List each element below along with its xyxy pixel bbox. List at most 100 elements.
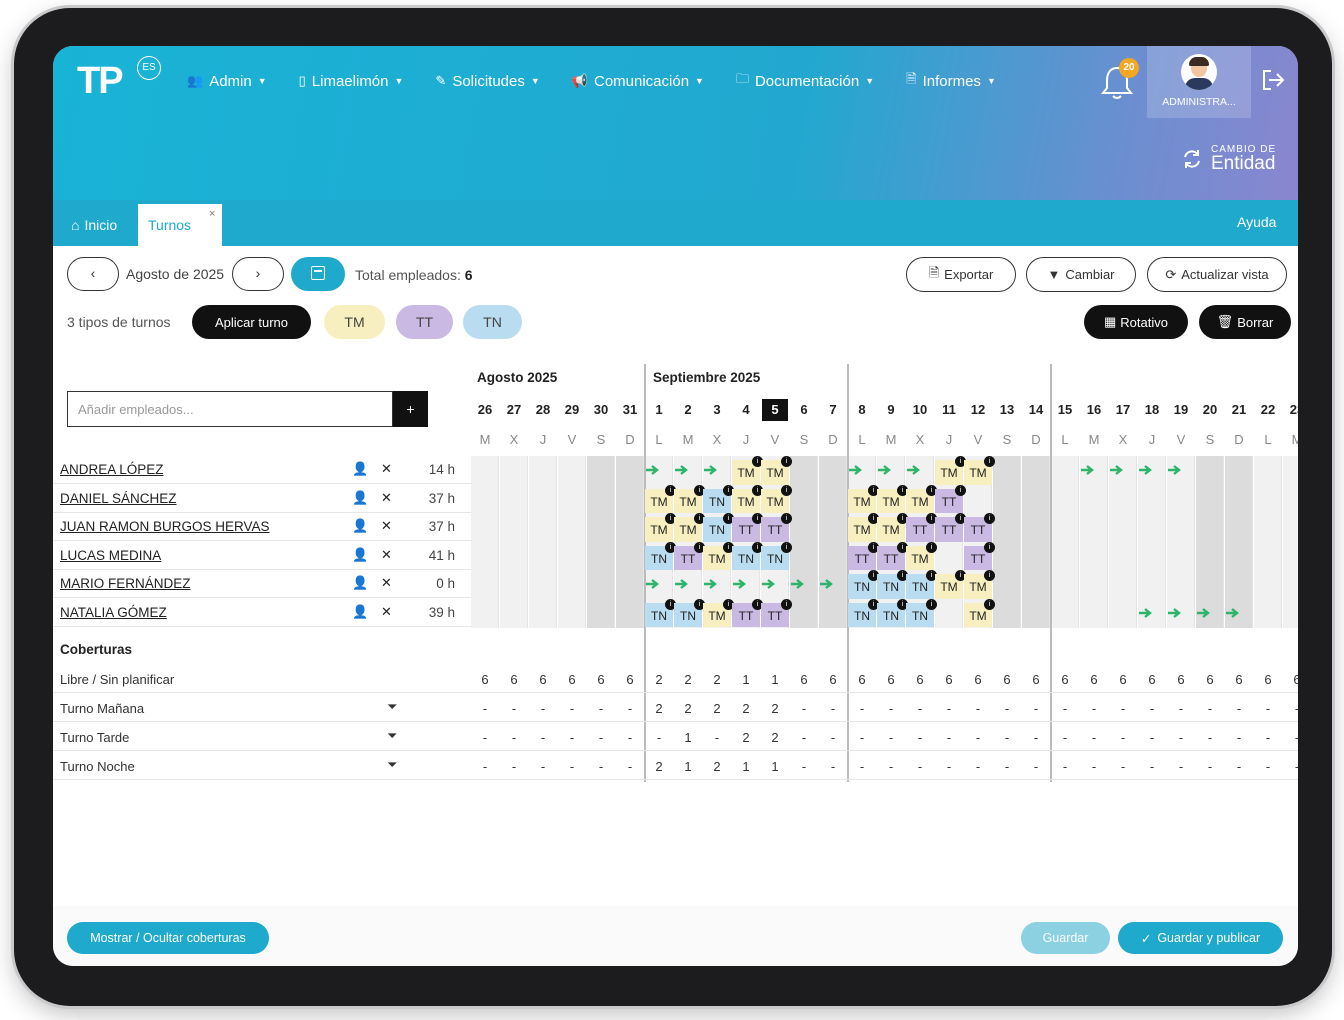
info-dot-icon[interactable]: i xyxy=(926,598,937,610)
user-settings-icon[interactable]: 👤 xyxy=(352,490,368,506)
employee-name-link[interactable]: NATALIA GÓMEZ xyxy=(60,605,167,620)
day-number[interactable]: 31 xyxy=(616,402,644,417)
day-number[interactable]: 23 xyxy=(1283,402,1298,417)
language-badge[interactable]: ES xyxy=(137,56,161,80)
info-dot-icon[interactable]: i xyxy=(984,456,995,467)
change-entity-button[interactable]: CAMBIO DE Entidad xyxy=(1181,144,1276,173)
day-number[interactable]: 13 xyxy=(993,402,1021,417)
day-number[interactable]: 2 xyxy=(674,402,702,417)
day-number[interactable]: 15 xyxy=(1051,402,1079,417)
day-number[interactable]: 22 xyxy=(1254,402,1282,417)
remove-icon[interactable]: ✕ xyxy=(381,461,392,477)
info-dot-icon[interactable]: i xyxy=(781,456,792,467)
day-number[interactable]: 20 xyxy=(1196,402,1224,417)
day-number[interactable]: 5 xyxy=(762,399,788,421)
user-avatar[interactable] xyxy=(1181,54,1217,90)
day-number[interactable]: 6 xyxy=(790,402,818,417)
day-number[interactable]: 30 xyxy=(587,402,615,417)
day-number[interactable]: 4 xyxy=(732,402,760,417)
change-button[interactable]: ▼ Cambiar xyxy=(1026,257,1136,292)
day-number[interactable]: 26 xyxy=(471,402,499,417)
day-number[interactable]: 7 xyxy=(819,402,847,417)
refresh-view-button[interactable]: ⟳ Actualizar vista xyxy=(1147,257,1287,292)
remove-icon[interactable]: ✕ xyxy=(381,490,392,506)
green-arrow-icon xyxy=(1197,607,1210,618)
day-number[interactable]: 21 xyxy=(1225,402,1253,417)
nav-documentacion[interactable]: 🗀 Documentación ▼ xyxy=(736,70,874,92)
delete-button[interactable]: 🗑 Borrar xyxy=(1199,305,1291,339)
calendar-picker-button[interactable] xyxy=(291,257,345,291)
toggle-coverage-button[interactable]: Mostrar / Ocultar coberturas xyxy=(67,922,269,954)
green-arrow-icon xyxy=(1139,465,1152,475)
employee-name-link[interactable]: LUCAS MEDINA xyxy=(60,548,161,563)
rotativo-button[interactable]: ▦ Rotativo xyxy=(1084,305,1188,339)
info-dot-icon[interactable]: i xyxy=(955,484,966,496)
day-number[interactable]: 1 xyxy=(645,402,673,417)
prev-month-button[interactable]: ‹ xyxy=(67,257,119,291)
nav-comunicacion[interactable]: 📢 Comunicación ▼ xyxy=(572,70,704,92)
day-number[interactable]: 8 xyxy=(848,402,876,417)
employee-name-link[interactable]: JUAN RAMON BURGOS HERVAS xyxy=(60,519,270,534)
next-month-button[interactable]: › xyxy=(232,257,284,291)
day-number[interactable]: 10 xyxy=(906,402,934,417)
save-button[interactable]: Guardar xyxy=(1021,922,1110,954)
day-number[interactable]: 9 xyxy=(877,402,905,417)
nav-admin[interactable]: 👥 Admin ▼ xyxy=(187,70,267,92)
apply-shift-button[interactable]: Aplicar turno xyxy=(192,305,311,339)
employee-name-link[interactable]: ANDREA LÓPEZ xyxy=(60,462,164,477)
shift-tm-button[interactable]: TM xyxy=(324,305,385,339)
coverage-value: - xyxy=(1236,701,1242,716)
filter-icon[interactable]: ⏷ xyxy=(387,757,397,773)
remove-icon[interactable]: ✕ xyxy=(381,518,392,534)
logout-icon[interactable] xyxy=(1259,66,1287,94)
user-settings-icon[interactable]: 👤 xyxy=(352,575,368,591)
user-settings-icon[interactable]: 👤 xyxy=(352,547,368,563)
user-settings-icon[interactable]: 👤 xyxy=(352,518,368,534)
day-number[interactable]: 17 xyxy=(1109,402,1137,417)
day-number[interactable]: 14 xyxy=(1022,402,1050,417)
info-dot-icon[interactable]: i xyxy=(984,598,995,610)
shift-tt-button[interactable]: TT xyxy=(396,305,453,339)
nav-informes[interactable]: 🗎 Informes ▼ xyxy=(906,70,996,92)
add-user-icon[interactable]: + xyxy=(393,391,428,427)
day-number[interactable]: 19 xyxy=(1167,402,1195,417)
info-dot-icon[interactable]: i xyxy=(984,541,995,553)
info-dot-icon[interactable]: i xyxy=(984,513,995,524)
help-link[interactable]: Ayuda xyxy=(1237,214,1276,230)
nav-limaelimon[interactable]: ▯ Limaelimón ▼ xyxy=(299,70,404,92)
remove-icon[interactable]: ✕ xyxy=(381,547,392,563)
filter-icon[interactable]: ⏷ xyxy=(387,699,397,715)
day-number[interactable]: 12 xyxy=(964,402,992,417)
tab-inicio[interactable]: ⌂ Inicio xyxy=(71,217,117,233)
employee-name-link[interactable]: DANIEL SÁNCHEZ xyxy=(60,491,177,506)
add-employee-input[interactable]: Añadir empleados... xyxy=(67,391,393,427)
filter-icon[interactable]: ⏷ xyxy=(387,728,397,744)
day-number[interactable]: 28 xyxy=(529,402,557,417)
shift-label: TT xyxy=(970,551,986,566)
day-number[interactable]: 16 xyxy=(1080,402,1108,417)
info-dot-icon[interactable]: i xyxy=(781,484,792,496)
nav-solicitudes[interactable]: ✎ Solicitudes ▼ xyxy=(435,70,539,92)
day-number[interactable]: 11 xyxy=(935,402,963,417)
close-icon[interactable]: × xyxy=(209,208,215,220)
save-publish-button[interactable]: ✓ Guardar y publicar xyxy=(1118,922,1283,954)
remove-icon[interactable]: ✕ xyxy=(381,575,392,591)
day-number[interactable]: 3 xyxy=(703,402,731,417)
remove-icon[interactable]: ✕ xyxy=(381,604,392,620)
info-dot-icon[interactable]: i xyxy=(781,513,792,524)
day-number[interactable]: 18 xyxy=(1138,402,1166,417)
user-settings-icon[interactable]: 👤 xyxy=(352,604,368,620)
day-number[interactable]: 27 xyxy=(500,402,528,417)
info-dot-icon[interactable]: i xyxy=(926,541,937,553)
info-dot-icon[interactable]: i xyxy=(781,541,792,553)
coverage-value: 6 xyxy=(1177,672,1185,687)
shift-tn-button[interactable]: TN xyxy=(463,305,522,339)
day-number[interactable]: 29 xyxy=(558,402,586,417)
export-button[interactable]: 🗎 Exportar xyxy=(906,257,1016,292)
info-dot-icon[interactable]: i xyxy=(984,570,995,581)
employee-name-link[interactable]: MARIO FERNÁNDEZ xyxy=(60,576,191,591)
info-dot-icon[interactable]: i xyxy=(781,598,792,610)
app-logo[interactable]: TP xyxy=(77,60,124,103)
day-column xyxy=(471,456,499,628)
user-settings-icon[interactable]: 👤 xyxy=(352,461,368,477)
